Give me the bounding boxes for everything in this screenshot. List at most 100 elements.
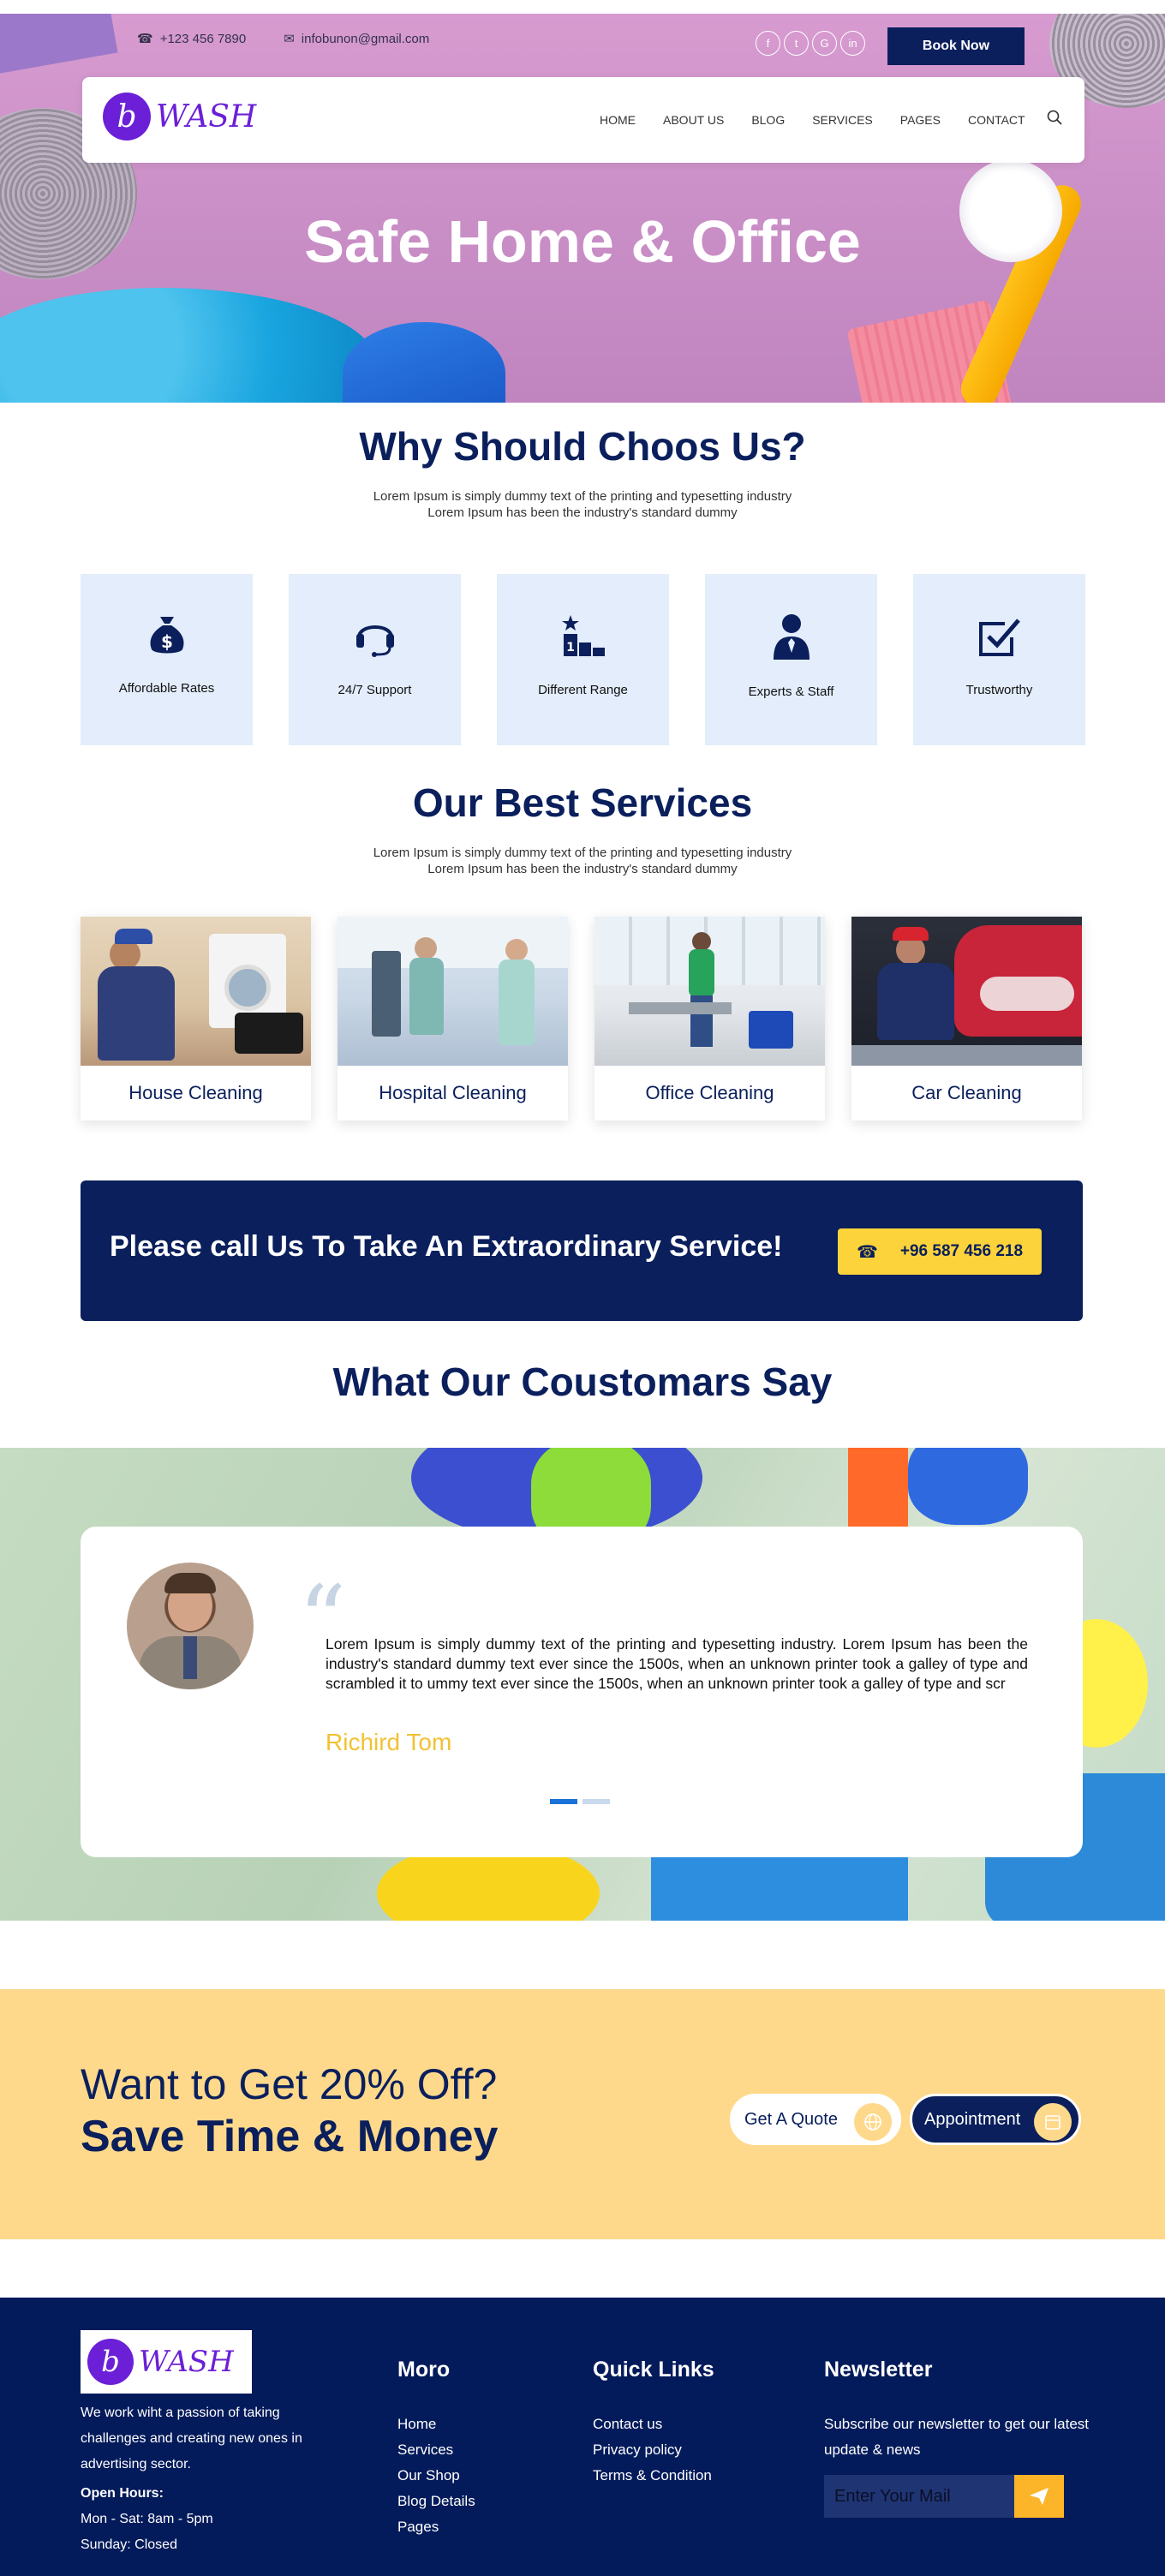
features-row: $ Affordable Rates 24/7 Support 1 Differ…: [81, 574, 1085, 745]
footer-link[interactable]: Blog Details: [397, 2489, 475, 2514]
svg-text:$: $: [161, 631, 173, 652]
google-icon[interactable]: G: [812, 31, 837, 56]
feature-card: $ Affordable Rates: [81, 574, 253, 745]
facebook-icon[interactable]: f: [756, 31, 780, 56]
newsletter-text: Subscribe our newsletter to get our late…: [824, 2416, 1089, 2458]
why-title: Why Should Choos Us?: [359, 424, 806, 469]
feature-label: 24/7 Support: [338, 683, 412, 697]
topbar-phone-text: +123 456 7890: [159, 31, 247, 46]
footer-link[interactable]: Pages: [397, 2514, 475, 2540]
staff-icon: [773, 614, 810, 660]
book-now-button[interactable]: Book Now: [887, 27, 1025, 65]
footer-link[interactable]: Home: [397, 2412, 475, 2437]
service-name: Office Cleaning: [645, 1082, 774, 1103]
footer-hours-sunday: Sunday: Closed: [81, 2537, 177, 2552]
cta-phone-button[interactable]: ☎ +96 587 456 218: [838, 1228, 1042, 1275]
globe-icon: [854, 2103, 892, 2141]
podium-icon: 1: [561, 615, 605, 656]
footer-link[interactable]: Services: [397, 2437, 475, 2463]
carousel-dot[interactable]: [582, 1799, 610, 1804]
footer-hours-label: Open Hours:: [81, 2486, 164, 2501]
feature-label: Affordable Rates: [118, 681, 215, 696]
testimonial-card: “ Lorem Ipsum is simply dummy text of th…: [81, 1527, 1083, 1857]
logo[interactable]: b WASH: [103, 93, 256, 140]
hero-decor: [0, 288, 377, 403]
carousel-dots: [550, 1799, 610, 1804]
appointment-button[interactable]: Appointment: [910, 2094, 1081, 2145]
hero-decor: [0, 14, 118, 77]
logo-mark: b: [103, 93, 151, 140]
service-name: Car Cleaning: [911, 1082, 1022, 1103]
footer-link[interactable]: Terms & Condition: [593, 2463, 714, 2489]
footer-logo[interactable]: b WASH: [81, 2330, 252, 2394]
svg-text:1: 1: [566, 641, 575, 654]
testimonial-author: Richird Tom: [326, 1729, 452, 1755]
main-navbar: b WASH HOME ABOUT US BLOG SERVICES PAGES…: [82, 77, 1084, 163]
why-subtitle-1: Lorem Ipsum is simply dummy text of the …: [373, 489, 792, 504]
feature-card: 24/7 Support: [289, 574, 461, 745]
service-card[interactable]: Car Cleaning: [851, 917, 1082, 1121]
service-card[interactable]: Hospital Cleaning: [338, 917, 568, 1121]
twitter-icon[interactable]: t: [784, 31, 809, 56]
topbar-email[interactable]: ✉ infobunon@gmail.com: [284, 31, 430, 47]
mail-icon: ✉: [284, 32, 295, 46]
nav-services[interactable]: SERVICES: [812, 113, 873, 127]
service-name: Hospital Cleaning: [379, 1082, 527, 1103]
feature-card: 1 Different Range: [497, 574, 669, 745]
headset-icon: [355, 625, 394, 657]
footer-link[interactable]: Our Shop: [397, 2463, 475, 2489]
page: Safe Home & Office ☎ +123 456 7890 ✉ inf…: [0, 0, 1165, 2576]
get-quote-label: Get A Quote: [744, 2109, 838, 2129]
nav-blog[interactable]: BLOG: [751, 113, 785, 127]
footer-quick-title: Quick Links: [593, 2358, 714, 2382]
offer-headline: Want to Get 20% Off?: [81, 2060, 498, 2108]
carousel-dot-active[interactable]: [550, 1799, 577, 1804]
appointment-label: Appointment: [924, 2109, 1021, 2129]
nav-about[interactable]: ABOUT US: [663, 113, 724, 127]
footer-about: We work wiht a passion of taking challen…: [81, 2400, 346, 2558]
footer-hours-week: Mon - Sat: 8am - 5pm: [81, 2512, 213, 2526]
cta-phone-number: +96 587 456 218: [899, 1242, 1024, 1260]
newsletter-form: [824, 2475, 1091, 2518]
footer: b WASH We work wiht a passion of taking …: [0, 2298, 1165, 2576]
services-subtitle-2: Lorem Ipsum has been the industry's stan…: [427, 862, 738, 876]
offer-section: Want to Get 20% Off? Save Time & Money G…: [0, 1989, 1165, 2239]
testimonials-title: What Our Coustomars Say: [332, 1360, 833, 1404]
search-icon[interactable]: [1047, 110, 1062, 125]
service-card[interactable]: Office Cleaning: [594, 917, 825, 1121]
services-row: House Cleaning Hospital Cleaning Office …: [81, 917, 1082, 1121]
footer-link[interactable]: Privacy policy: [593, 2437, 714, 2463]
newsletter-submit-button[interactable]: [1014, 2475, 1064, 2518]
calendar-icon: [1034, 2103, 1072, 2141]
nav-pages[interactable]: PAGES: [900, 113, 941, 127]
get-quote-button[interactable]: Get A Quote: [730, 2094, 901, 2145]
why-subtitle-2: Lorem Ipsum has been the industry's stan…: [427, 505, 738, 520]
nav-home[interactable]: HOME: [600, 113, 636, 127]
topbar-phone[interactable]: ☎ +123 456 7890: [137, 31, 247, 47]
hero-section: Safe Home & Office: [0, 14, 1165, 403]
service-name: House Cleaning: [128, 1082, 263, 1103]
house-cleaning-image: [81, 917, 311, 1066]
newsletter-email-input[interactable]: [824, 2475, 1014, 2518]
offer-subheadline: Save Time & Money: [81, 2112, 499, 2161]
call-to-action-banner: Please call Us To Take An Extraordinary …: [81, 1180, 1083, 1321]
feature-card: Trustworthy: [913, 574, 1085, 745]
footer-newsletter-column: Newsletter Subscribe our newsletter to g…: [824, 2358, 1091, 2518]
nav-contact[interactable]: CONTACT: [968, 113, 1025, 127]
footer-newsletter-title: Newsletter: [824, 2358, 933, 2382]
hero-decor: [343, 322, 505, 403]
footer-more-column: Moro Home Services Our Shop Blog Details…: [397, 2358, 475, 2540]
car-cleaning-image: [851, 917, 1082, 1066]
linkedin-icon[interactable]: in: [840, 31, 865, 56]
footer-about-text: We work wiht a passion of taking challen…: [81, 2406, 302, 2471]
topbar-email-text: infobunon@gmail.com: [301, 31, 430, 46]
logo-mark: b: [87, 2339, 134, 2385]
phone-icon: ☎: [137, 32, 153, 46]
testimonial-quote: Lorem Ipsum is simply dummy text of the …: [326, 1635, 1028, 1692]
check-box-icon: [978, 619, 1020, 656]
footer-link[interactable]: Contact us: [593, 2412, 714, 2437]
hospital-cleaning-image: [338, 917, 568, 1066]
nav-links: HOME ABOUT US BLOG SERVICES PAGES CONTAC…: [600, 113, 1053, 127]
service-card[interactable]: House Cleaning: [81, 917, 311, 1121]
cta-text: Please call Us To Take An Extraordinary …: [110, 1230, 783, 1263]
